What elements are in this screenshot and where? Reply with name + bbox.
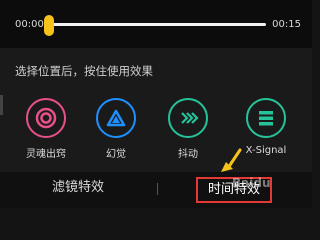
effect-label: 幻觉: [106, 149, 126, 160]
target-rings-icon: [26, 98, 66, 138]
instruction-text: 选择位置后，按住使用效果: [15, 64, 153, 78]
triangle-icon: [96, 98, 136, 138]
tab-separator: [157, 183, 158, 195]
effect-illusion[interactable]: 幻觉: [88, 98, 144, 160]
effect-label: 抖动: [178, 149, 198, 160]
effect-label: X-Signal: [245, 145, 287, 156]
current-time: 00:00: [15, 19, 44, 30]
timeline-track[interactable]: [46, 23, 266, 26]
stack-icon: [246, 98, 286, 138]
effect-soul-out[interactable]: 灵魂出窍: [18, 98, 74, 160]
effect-label: 灵魂出窍: [26, 149, 66, 160]
tab-filter-effects[interactable]: 滤镜特效: [52, 176, 104, 200]
effects-row: 灵魂出窍 幻觉 抖动 X-Signal: [0, 98, 312, 168]
watermark: Baidu: [232, 176, 271, 190]
total-time: 00:15: [272, 19, 301, 30]
timeline-handle[interactable]: [44, 15, 54, 36]
chevrons-icon: [168, 98, 208, 138]
effect-x-signal[interactable]: X-Signal: [238, 98, 294, 156]
effect-shake[interactable]: 抖动: [160, 98, 216, 160]
